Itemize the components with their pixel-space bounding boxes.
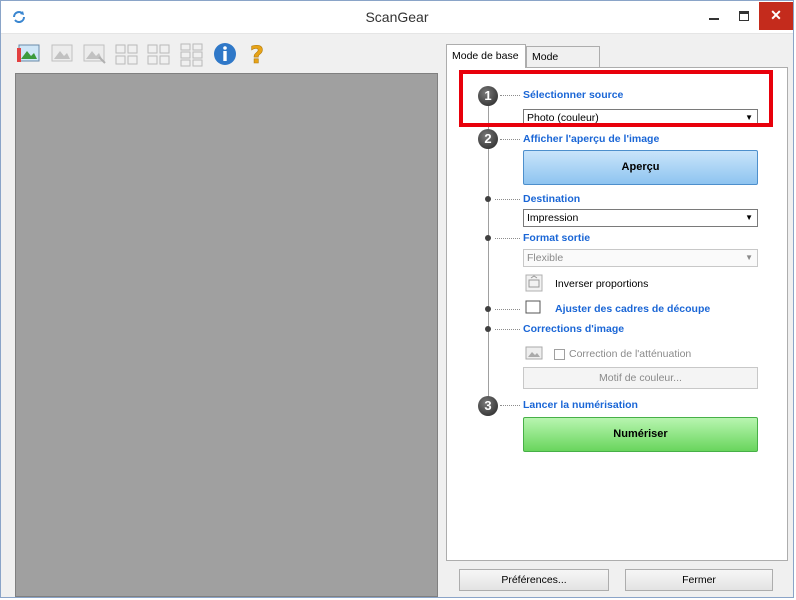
step-2-badge: 2 bbox=[478, 129, 498, 149]
fading-correction-label: Correction de l'atténuation bbox=[569, 348, 692, 360]
step-dot bbox=[485, 306, 491, 312]
minimize-icon bbox=[709, 18, 719, 20]
source-select[interactable]: Photo (couleur) ▼ bbox=[523, 109, 758, 127]
crop-frame-icon[interactable] bbox=[525, 300, 541, 314]
maximize-icon bbox=[739, 11, 749, 21]
preferences-button[interactable]: Préférences... bbox=[459, 569, 609, 591]
crop-photo-icon[interactable] bbox=[16, 39, 42, 69]
close-icon: ✕ bbox=[770, 7, 782, 23]
basic-mode-panel: 1 Sélectionner source Photo (couleur) ▼ … bbox=[446, 67, 788, 561]
crop-frames-label[interactable]: Ajuster des cadres de découpe bbox=[555, 303, 710, 315]
step-dot bbox=[485, 235, 491, 241]
tab-basic-mode[interactable]: Mode de base bbox=[446, 44, 526, 68]
output-format-select-value: Flexible bbox=[527, 252, 564, 264]
chevron-down-icon: ▼ bbox=[745, 213, 753, 222]
thumbnail-grid-icon[interactable] bbox=[146, 39, 172, 69]
select-source-label: Sélectionner source bbox=[523, 89, 624, 101]
step-1-badge: 1 bbox=[478, 86, 498, 106]
chevron-down-icon: ▼ bbox=[745, 253, 753, 262]
minimize-button[interactable] bbox=[699, 2, 729, 30]
image-select-icon[interactable] bbox=[81, 39, 107, 69]
dotted-leader bbox=[500, 95, 520, 96]
help-icon[interactable]: ? bbox=[244, 39, 270, 69]
image-icon[interactable] bbox=[49, 39, 75, 69]
destination-select-value: Impression bbox=[527, 212, 579, 224]
step-dot bbox=[485, 196, 491, 202]
close-button[interactable]: Fermer bbox=[625, 569, 773, 591]
dotted-leader bbox=[495, 309, 520, 310]
step-3-badge: 3 bbox=[478, 396, 498, 416]
tab-advanced-mode[interactable]: Mode avancé bbox=[526, 46, 600, 84]
output-format-label: Format sortie bbox=[523, 232, 591, 244]
destination-label: Destination bbox=[523, 193, 581, 205]
scangear-window: ScanGear ✕ ? Mode de base Mode 1 Sélecti… bbox=[0, 0, 794, 598]
maximize-button[interactable] bbox=[729, 2, 759, 30]
info-icon[interactable] bbox=[212, 39, 238, 69]
step-dot bbox=[485, 326, 491, 332]
dotted-leader bbox=[500, 405, 520, 406]
destination-select[interactable]: Impression ▼ bbox=[523, 209, 758, 227]
svg-text:?: ? bbox=[250, 41, 264, 69]
thumbnail-grid-icon[interactable] bbox=[179, 39, 205, 69]
fading-correction-checkbox[interactable] bbox=[554, 349, 565, 360]
color-pattern-button[interactable]: Motif de couleur... bbox=[523, 367, 758, 389]
close-window-button[interactable]: ✕ bbox=[759, 2, 793, 30]
window-title: ScanGear bbox=[365, 9, 429, 25]
preview-button[interactable]: Aperçu bbox=[523, 150, 758, 185]
dotted-leader bbox=[500, 139, 520, 140]
output-format-select[interactable]: Flexible ▼ bbox=[523, 249, 758, 267]
source-select-value: Photo (couleur) bbox=[527, 112, 599, 124]
start-scan-label: Lancer la numérisation bbox=[523, 399, 638, 411]
title-bar: ScanGear ✕ bbox=[1, 1, 793, 34]
preview-area[interactable] bbox=[15, 73, 438, 597]
chevron-down-icon: ▼ bbox=[745, 113, 753, 122]
invert-proportions-icon[interactable] bbox=[525, 274, 543, 292]
dotted-leader bbox=[495, 238, 520, 239]
thumbnail-grid-icon[interactable] bbox=[114, 39, 140, 69]
dotted-leader bbox=[495, 329, 520, 330]
preview-label: Afficher l'aperçu de l'image bbox=[523, 133, 660, 145]
dotted-leader bbox=[495, 199, 520, 200]
image-corrections-label: Corrections d'image bbox=[523, 323, 625, 335]
scan-button[interactable]: Numériser bbox=[523, 417, 758, 452]
fading-correction-icon bbox=[525, 346, 543, 360]
invert-proportions-label: Inverser proportions bbox=[555, 278, 649, 290]
